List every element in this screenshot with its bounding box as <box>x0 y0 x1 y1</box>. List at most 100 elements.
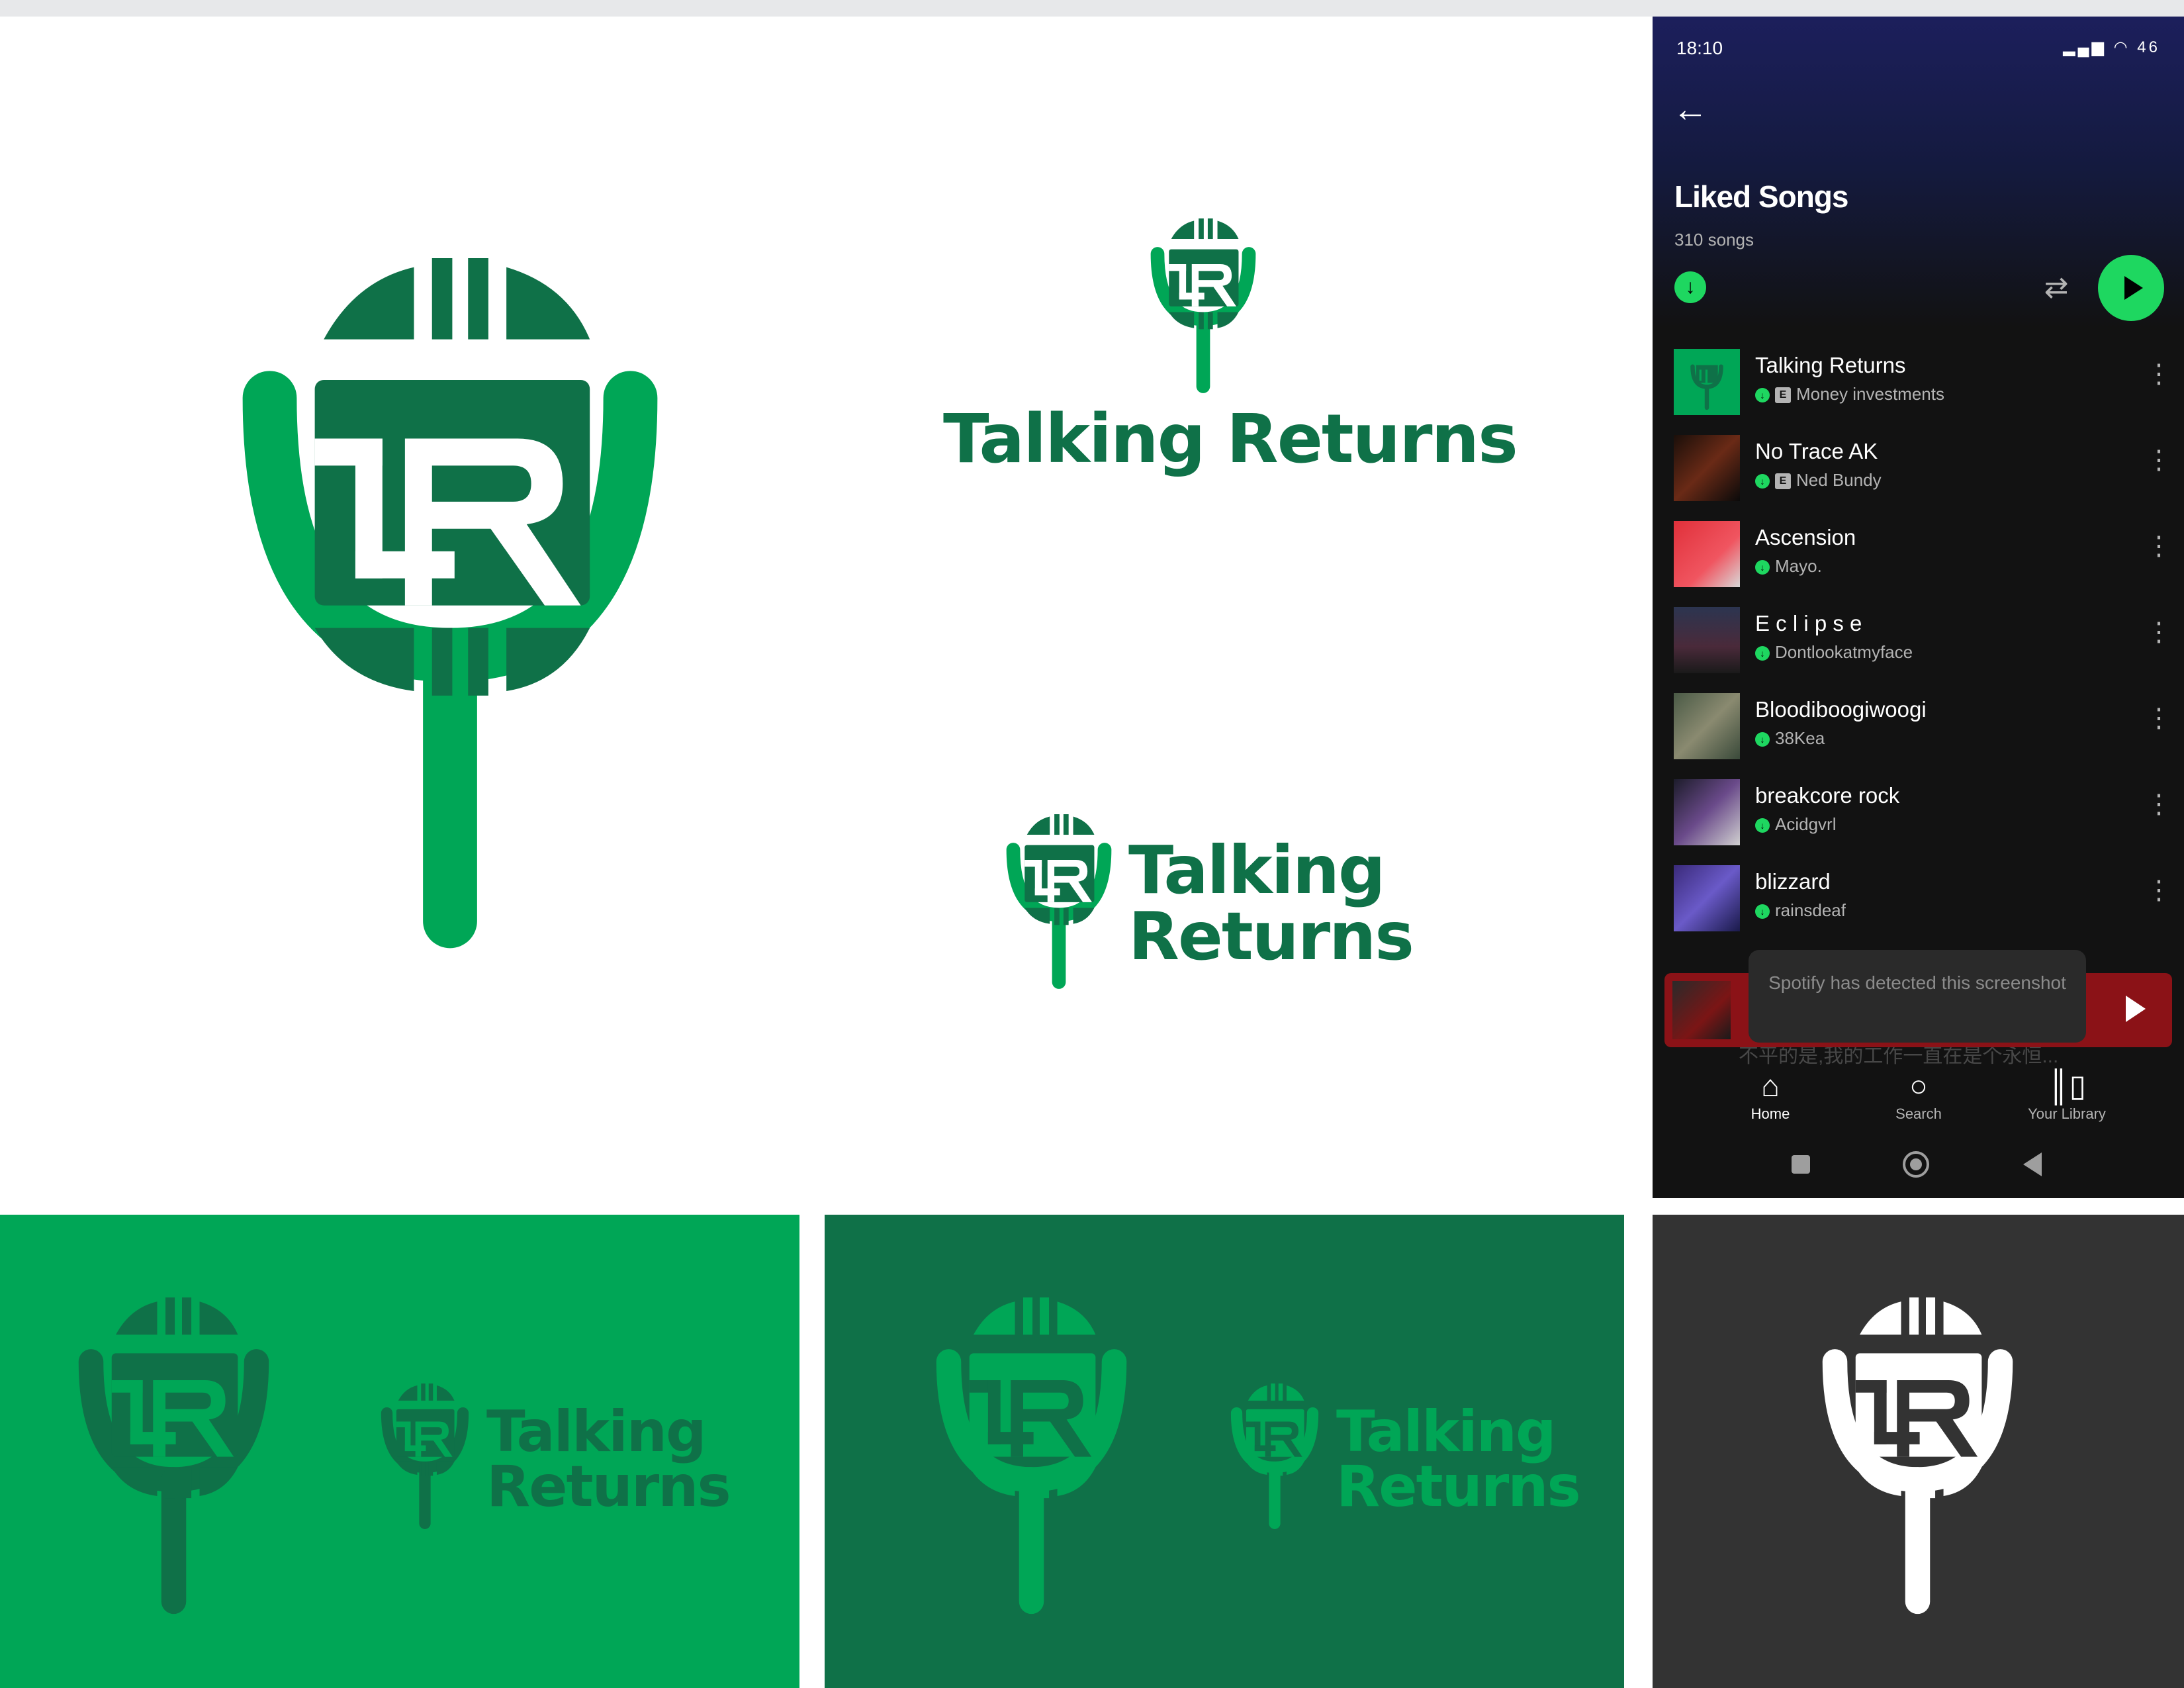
track-title: breakcore rock <box>1755 783 1900 808</box>
downloaded-icon: ↓ <box>1755 646 1770 661</box>
shuffle-icon[interactable]: ⇄ <box>2036 268 2076 308</box>
track-row[interactable]: No Trace AK ↓ E Ned Bundy ⋮ <box>1653 420 2184 506</box>
track-art <box>1674 779 1740 845</box>
nav-label: Home <box>1751 1105 1790 1122</box>
bottom-nav: ⌂ Home ○ Search ║▯ Your Library <box>1653 1066 2184 1139</box>
top-bar <box>0 0 2184 17</box>
mic-logo-small <box>1150 218 1256 393</box>
track-art <box>1674 607 1740 673</box>
track-row[interactable]: Bloodiboogiwoogi ↓ 38Kea ⋮ <box>1653 679 2184 765</box>
nav-search[interactable]: ○ Search <box>1866 1066 1972 1123</box>
downloaded-icon: ↓ <box>1755 560 1770 575</box>
track-artist: Acidgvrl <box>1775 814 1837 834</box>
more-options-icon[interactable]: ⋮ <box>2146 791 2172 818</box>
download-icon[interactable]: ↓ <box>1674 271 1706 303</box>
dark-green-variant-panel: Talking Returns <box>825 1215 1624 1688</box>
wifi-icon: ◠ <box>2113 38 2130 56</box>
mini-player-art <box>1672 981 1731 1039</box>
track-artist: Mayo. <box>1775 556 1822 576</box>
more-options-icon[interactable]: ⋮ <box>2146 619 2172 645</box>
track-artist: Ned Bundy <box>1796 470 1882 490</box>
wordmark-on-dark-line2: Returns <box>1336 1454 1581 1520</box>
mic-logo-on-charcoal <box>1822 1297 2013 1615</box>
search-icon: ○ <box>1909 1068 1928 1103</box>
track-row[interactable]: E c l i p s e ↓ Dontlookatmyface ⋮ <box>1653 592 2184 679</box>
mic-logo-horizontal <box>1006 814 1112 989</box>
track-artist-line: ↓ Dontlookatmyface <box>1755 642 1913 663</box>
track-artist-line: ↓ Acidgvrl <box>1755 814 1836 835</box>
signal-icon: ▂▄▆ <box>2063 38 2107 56</box>
mic-logo-on-dark <box>936 1297 1127 1615</box>
wordmark-on-green-line1: Talking <box>486 1399 707 1465</box>
spotify-phone-mockup: 18:10 ▂▄▆ ◠ 46 ← Liked Songs 310 songs ↓… <box>1653 17 2184 1198</box>
downloaded-icon: ↓ <box>1755 818 1770 833</box>
wordmark-on-green-line2: Returns <box>486 1454 731 1520</box>
track-art <box>1674 693 1740 759</box>
track-row[interactable]: Talking Returns ↓ E Money investments ⋮ <box>1653 334 2184 420</box>
wordmark-on-dark-line1: Talking <box>1336 1399 1557 1465</box>
more-options-icon[interactable]: ⋮ <box>2146 533 2172 559</box>
play-icon <box>2124 276 2143 300</box>
track-row[interactable]: Ascension ↓ Mayo. ⋮ <box>1653 506 2184 592</box>
wordmark-stacked: Talking Returns <box>943 400 1518 479</box>
track-artist-line: ↓ rainsdeaf <box>1755 900 1846 921</box>
wordmark-line1: Talking <box>1128 831 1386 909</box>
nav-home[interactable]: ⌂ Home <box>1717 1066 1823 1123</box>
mic-logo-on-green <box>78 1297 269 1615</box>
nav-label: Your Library <box>2028 1105 2106 1122</box>
track-row[interactable]: blizzard ↓ rainsdeaf ⋮ <box>1653 851 2184 937</box>
track-art <box>1674 349 1740 415</box>
track-artist-line: ↓ 38Kea <box>1755 728 1825 749</box>
status-bar: 18:10 ▂▄▆ ◠ 46 <box>1676 38 2160 64</box>
track-title: No Trace AK <box>1755 439 1878 463</box>
mic-logo-on-green-small <box>381 1383 469 1529</box>
playlist-title: Liked Songs <box>1674 179 1848 214</box>
nav-library[interactable]: ║▯ Your Library <box>2014 1066 2120 1123</box>
more-options-icon[interactable]: ⋮ <box>2146 361 2172 387</box>
more-options-icon[interactable]: ⋮ <box>2146 447 2172 473</box>
play-button[interactable] <box>2098 255 2164 321</box>
status-time: 18:10 <box>1676 38 1723 58</box>
downloaded-icon: ↓ <box>1755 388 1770 403</box>
track-artist-line: ↓ E Money investments <box>1755 384 1944 404</box>
track-title: E c l i p s e <box>1755 611 1862 635</box>
main-logo-panel: Talking Returns Talking Returns <box>0 17 1641 1198</box>
track-artist: Dontlookatmyface <box>1775 642 1913 662</box>
track-art <box>1674 521 1740 587</box>
back-arrow-icon[interactable]: ← <box>1672 89 1712 129</box>
more-options-icon[interactable]: ⋮ <box>2146 705 2172 731</box>
battery-icon: 46 <box>2137 38 2160 56</box>
library-icon: ║▯ <box>2048 1068 2086 1103</box>
track-row[interactable]: breakcore rock ↓ Acidgvrl ⋮ <box>1653 765 2184 851</box>
home-icon: ⌂ <box>1761 1068 1780 1103</box>
track-title: Bloodiboogiwoogi <box>1755 697 1927 722</box>
mic-logo-on-dark-small <box>1230 1383 1319 1529</box>
nav-label: Search <box>1895 1105 1942 1122</box>
track-artist: 38Kea <box>1775 728 1825 748</box>
track-artist: Money investments <box>1796 384 1944 404</box>
back-triangle-icon[interactable] <box>2023 1152 2042 1176</box>
status-icons: ▂▄▆ ◠ 46 <box>2063 38 2160 57</box>
home-circle-icon[interactable] <box>1903 1151 1929 1178</box>
track-title: Talking Returns <box>1755 353 1906 377</box>
charcoal-variant-panel <box>1653 1215 2184 1688</box>
track-title: blizzard <box>1755 869 1831 894</box>
track-artist-line: ↓ E Ned Bundy <box>1755 470 1882 491</box>
recents-icon[interactable] <box>1792 1155 1810 1174</box>
mic-logo-icon <box>1690 364 1723 410</box>
green-variant-panel: Talking Returns <box>0 1215 799 1688</box>
downloaded-icon: ↓ <box>1755 904 1770 919</box>
system-nav <box>1653 1142 2184 1188</box>
track-art <box>1674 435 1740 501</box>
downloaded-icon: ↓ <box>1755 474 1770 489</box>
song-count: 310 songs <box>1674 230 1754 250</box>
explicit-icon: E <box>1775 473 1791 490</box>
mic-logo-large <box>242 258 658 949</box>
track-artist: rainsdeaf <box>1775 900 1846 920</box>
more-options-icon[interactable]: ⋮ <box>2146 877 2172 904</box>
wordmark-line2: Returns <box>1128 898 1414 975</box>
track-art <box>1674 865 1740 931</box>
explicit-icon: E <box>1775 387 1791 404</box>
mini-play-icon[interactable] <box>2126 996 2146 1022</box>
track-artist-line: ↓ Mayo. <box>1755 556 1822 577</box>
